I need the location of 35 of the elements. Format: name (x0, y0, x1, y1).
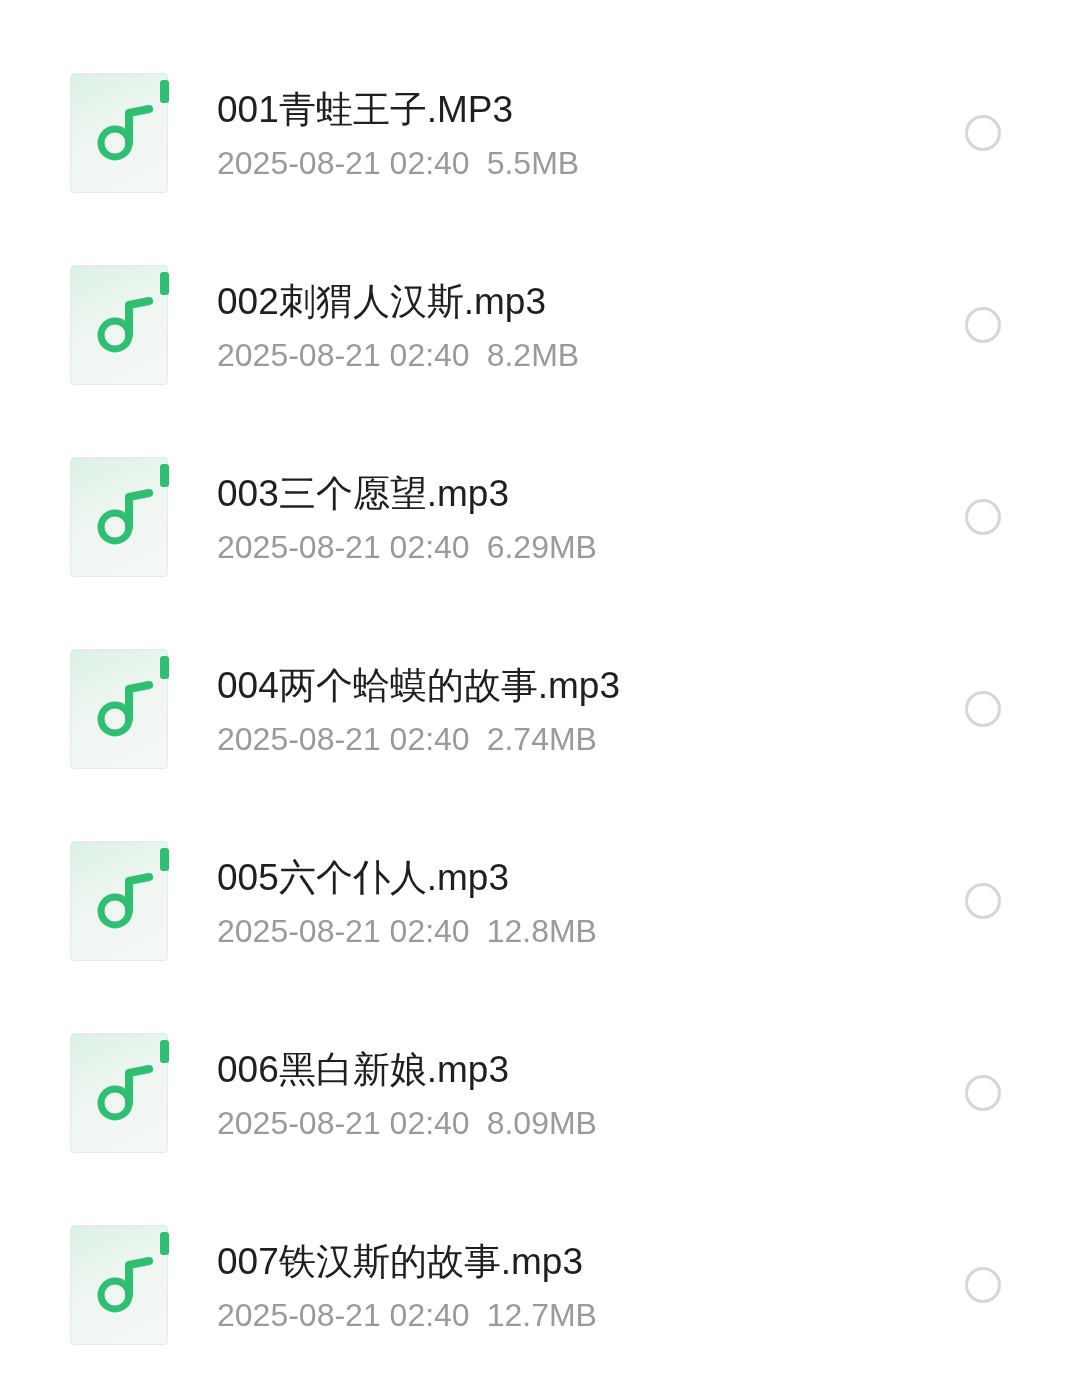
file-name: 003三个愿望.mp3 (217, 472, 509, 516)
file-date: 2025-08-21 02:40 (217, 1104, 470, 1143)
file-size: 5.5MB (486, 144, 580, 183)
music-file-icon (70, 73, 170, 193)
file-size: 12.8MB (486, 912, 597, 951)
file-size: 8.2MB (486, 336, 580, 375)
file-name: 004两个蛤蟆的故事.mp3 (217, 664, 620, 708)
file-size: 2.74MB (486, 720, 597, 759)
file-name: 001青蛙王子.MP3 (217, 88, 514, 132)
radio-button[interactable] (965, 883, 1001, 919)
radio-button[interactable] (965, 115, 1001, 151)
music-file-icon (70, 1033, 170, 1153)
file-date: 2025-08-21 02:40 (217, 912, 470, 951)
radio-button[interactable] (965, 1267, 1001, 1303)
radio-button[interactable] (965, 1075, 1001, 1111)
file-date: 2025-08-21 02:40 (217, 1296, 470, 1335)
file-name: 002刺猬人汉斯.mp3 (217, 280, 546, 324)
file-name: 006黑白新娘.mp3 (217, 1048, 509, 1092)
music-file-icon (70, 649, 170, 769)
file-date: 2025-08-21 02:40 (217, 144, 470, 183)
file-name: 007铁汉斯的故事.mp3 (217, 1240, 583, 1284)
music-file-icon (70, 841, 170, 961)
file-date: 2025-08-21 02:40 (217, 528, 470, 567)
radio-button[interactable] (965, 691, 1001, 727)
file-size: 8.09MB (486, 1104, 597, 1143)
radio-button[interactable] (965, 499, 1001, 535)
file-date: 2025-08-21 02:40 (217, 336, 470, 375)
file-size: 6.29MB (486, 528, 597, 567)
file-name: 005六个仆人.mp3 (217, 856, 509, 900)
music-file-icon (70, 265, 170, 385)
music-file-icon (70, 1225, 170, 1345)
music-file-icon (70, 457, 170, 577)
radio-button[interactable] (965, 307, 1001, 343)
file-size: 12.7MB (486, 1296, 597, 1335)
file-date: 2025-08-21 02:40 (217, 720, 470, 759)
